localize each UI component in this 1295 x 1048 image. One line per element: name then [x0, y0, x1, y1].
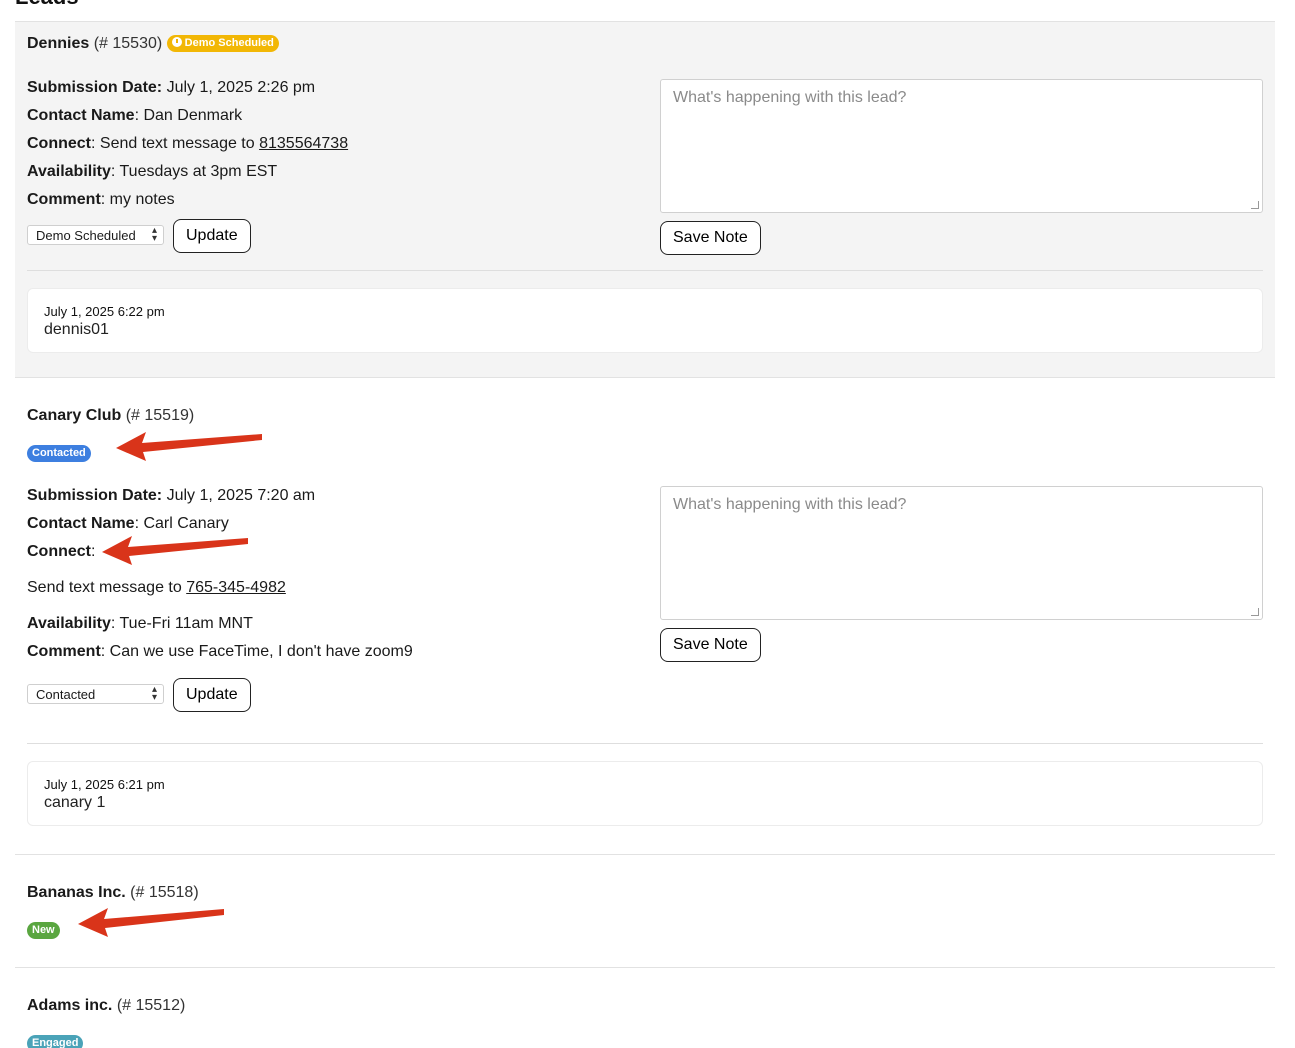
- connect-detail: Send text message to 765-345-4982: [27, 579, 286, 596]
- lead-name: Canary Club: [27, 407, 122, 424]
- note-text: dennis01: [44, 321, 109, 338]
- lead-number: (# 15518): [130, 884, 199, 901]
- connect: Connect: Send text message to 8135564738: [27, 135, 349, 152]
- comment: Comment: Can we use FaceTime, I don't ha…: [27, 643, 413, 660]
- contact-name: Contact Name: Dan Denmark: [27, 107, 243, 124]
- status-badge: Demo Scheduled: [166, 35, 279, 52]
- note-item: July 1, 2025 6:22 pm dennis01: [27, 288, 1263, 353]
- lead-card: Dennies (# 15530) Demo Scheduled Submiss…: [15, 21, 1275, 377]
- lead-number: (# 15519): [125, 407, 195, 424]
- lead-number: (# 15512): [116, 997, 186, 1014]
- comment: Comment: my notes: [27, 191, 175, 208]
- availability: Availability: Tuesdays at 3pm EST: [27, 163, 278, 180]
- annotation-arrow-icon: [116, 432, 262, 461]
- contact-name: Contact Name: Carl Canary: [27, 515, 229, 532]
- lead-header: Dennies (# 15530) Demo Scheduled: [27, 35, 279, 53]
- lead-name: Adams inc.: [27, 997, 113, 1014]
- update-button[interactable]: Update: [173, 219, 251, 253]
- annotation-arrow-icon: [102, 536, 248, 565]
- save-note-button[interactable]: Save Note: [660, 221, 761, 255]
- note-text: canary 1: [44, 794, 106, 811]
- save-note-button[interactable]: Save Note: [660, 628, 761, 662]
- note-item: July 1, 2025 6:21 pm canary 1: [27, 761, 1263, 826]
- note-timestamp: July 1, 2025 6:22 pm: [44, 304, 165, 319]
- note-textarea[interactable]: What's happening with this lead?: [660, 486, 1263, 620]
- annotation-arrow-icon: [78, 908, 224, 937]
- status-badge: Engaged: [27, 1035, 84, 1048]
- resize-handle-icon[interactable]: [1251, 201, 1259, 209]
- update-button[interactable]: Update: [173, 678, 251, 712]
- clock-icon: [171, 37, 182, 47]
- connect: Connect:: [27, 543, 96, 560]
- phone-link[interactable]: 765-345-4982: [186, 579, 286, 596]
- availability: Availability: Tue-Fri 11am MNT: [27, 615, 253, 632]
- resize-handle-icon[interactable]: [1251, 608, 1259, 616]
- note-textarea[interactable]: What's happening with this lead?: [660, 79, 1263, 213]
- lead-header: Adams inc. (# 15512): [27, 997, 185, 1015]
- lead-card: Adams inc. (# 15512) Engaged: [15, 967, 1275, 1048]
- lead-number: (# 15530): [93, 35, 163, 52]
- lead-name: Dennies: [27, 35, 90, 52]
- page-title: Leads: [15, 0, 79, 10]
- submission-date: Submission Date: July 1, 2025 2:26 pm: [27, 79, 316, 96]
- note-timestamp: July 1, 2025 6:21 pm: [44, 777, 165, 792]
- status-select[interactable]: Demo Scheduled ▴ ▾: [27, 225, 164, 245]
- lead-header: Bananas Inc. (# 15518): [27, 884, 199, 902]
- select-arrows-icon: ▴ ▾: [151, 684, 157, 703]
- lead-name: Bananas Inc.: [27, 884, 126, 901]
- phone-link[interactable]: 8135564738: [259, 135, 348, 152]
- select-arrows-icon: ▴ ▾: [151, 225, 157, 244]
- divider: [27, 743, 1263, 744]
- status-select[interactable]: Contacted ▴ ▾: [27, 684, 164, 704]
- lead-header: Canary Club (# 15519): [27, 407, 194, 425]
- divider: [27, 270, 1263, 271]
- status-badge: New: [27, 922, 60, 939]
- status-badge: Contacted: [27, 445, 91, 462]
- submission-date: Submission Date: July 1, 2025 7:20 am: [27, 487, 316, 504]
